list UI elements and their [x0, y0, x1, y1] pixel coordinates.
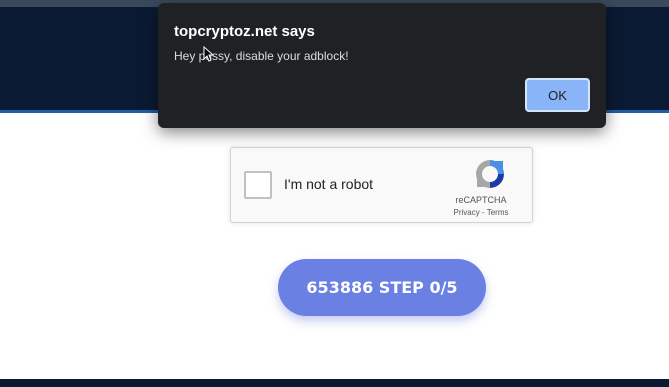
recaptcha-logo-icon	[476, 160, 504, 188]
recaptcha-brand: reCAPTCHA	[455, 195, 507, 205]
recaptcha-checkbox[interactable]	[244, 171, 272, 199]
alert-title: topcryptoz.net says	[174, 23, 315, 40]
page: I'm not a robot reCAPTCHA Privacy - Term…	[0, 0, 669, 387]
recaptcha-terms-link[interactable]: Terms	[487, 208, 509, 217]
site-footer	[0, 379, 669, 387]
alert-message: Hey pussy, disable your adblock!	[174, 49, 349, 63]
alert-dialog: topcryptoz.net says Hey pussy, disable y…	[158, 3, 606, 128]
step-button[interactable]: 653886 STEP 0/5	[278, 259, 486, 316]
recaptcha-widget: I'm not a robot reCAPTCHA Privacy - Term…	[230, 147, 533, 223]
recaptcha-links: Privacy - Terms	[431, 208, 531, 217]
alert-ok-button[interactable]: OK	[525, 78, 590, 112]
recaptcha-links-separator: -	[479, 208, 487, 217]
recaptcha-privacy-link[interactable]: Privacy	[454, 208, 480, 217]
mouse-cursor-icon	[203, 46, 213, 62]
recaptcha-label: I'm not a robot	[284, 176, 374, 192]
